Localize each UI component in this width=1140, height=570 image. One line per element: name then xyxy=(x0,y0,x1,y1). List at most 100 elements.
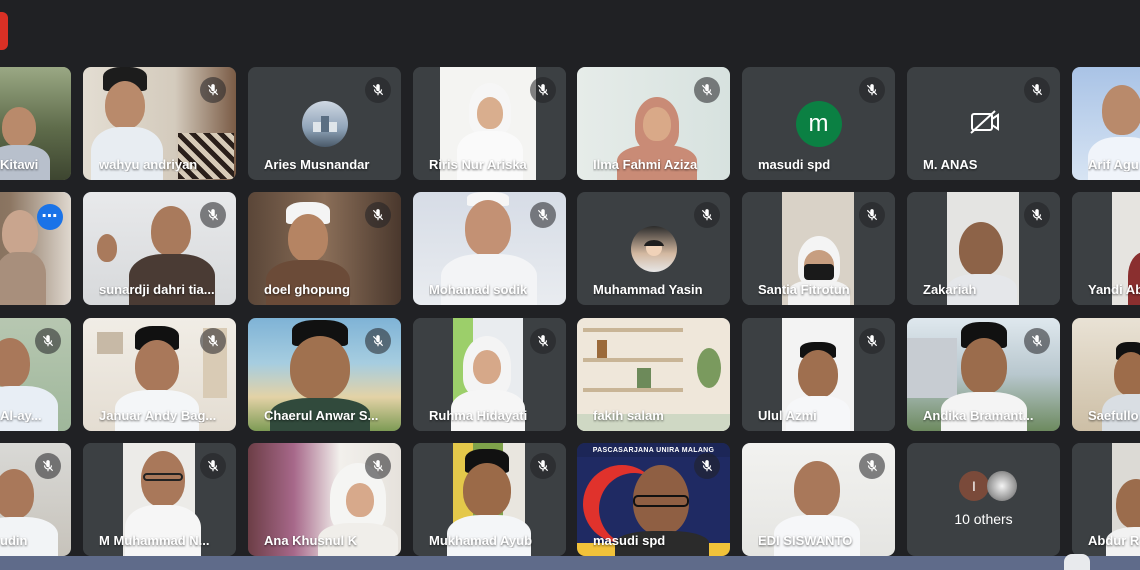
participant-tile[interactable]: PASCASARJANA UNIRA MALANG masudi spd xyxy=(577,443,730,556)
participant-tile[interactable]: Saefullo xyxy=(1072,318,1140,431)
camera-off-icon xyxy=(969,109,999,140)
participant-tile[interactable]: fakih salam xyxy=(577,318,730,431)
participant-name: fakih salam xyxy=(593,408,664,423)
participant-name: Zakariah xyxy=(923,282,977,297)
avatar xyxy=(301,101,348,147)
participant-name: Ana Khusnul K xyxy=(264,533,358,548)
participant-name: Kitawi xyxy=(0,157,39,172)
mic-off-icon xyxy=(859,202,885,228)
mic-off-icon xyxy=(200,328,226,354)
mic-off-icon xyxy=(1024,77,1050,103)
meeting-stage: Kitawi wahyu andriyan Aries Musnandar Ri… xyxy=(0,0,1140,570)
participant-tile[interactable]: Januar Andy Bag... xyxy=(83,318,236,431)
participant-name: wahyu andriyan xyxy=(99,157,198,172)
participant-tile[interactable]: Zakariah xyxy=(907,192,1060,305)
participant-name: Santia Fitrotun xyxy=(758,282,850,297)
participant-name: Abdur R xyxy=(1088,533,1140,548)
participant-tile[interactable]: sunardji dahri tia... xyxy=(83,192,236,305)
participant-tile[interactable]: Riris Nur Ariska xyxy=(413,67,566,180)
participant-tile[interactable]: Ana Khusnul K xyxy=(248,443,401,556)
avatar xyxy=(987,471,1017,501)
participant-tile[interactable]: Ulul Azmi xyxy=(742,318,895,431)
participant-name: Al-ay... xyxy=(0,408,42,423)
participant-name: Andika Bramant... xyxy=(923,408,1034,423)
mic-off-icon xyxy=(530,453,556,479)
participant-tile[interactable]: Abdur R xyxy=(1072,443,1140,556)
participant-name: Arif Agu xyxy=(1088,157,1139,172)
mic-off-icon xyxy=(200,202,226,228)
participant-name: Ulul Azmi xyxy=(758,408,817,423)
mic-off-icon xyxy=(365,77,391,103)
mic-off-icon xyxy=(530,202,556,228)
others-count: 10 others xyxy=(954,511,1013,527)
participant-name: Muhammad Yasin xyxy=(593,282,703,297)
mic-off-icon xyxy=(694,77,720,103)
mic-off-icon xyxy=(530,328,556,354)
participant-tile[interactable]: Aries Musnandar xyxy=(248,67,401,180)
scroll-handle[interactable] xyxy=(1064,554,1090,570)
participant-name: masudi spd xyxy=(758,157,831,172)
participant-tile[interactable]: Muhammad Yasin xyxy=(577,192,730,305)
participant-tile[interactable]: Arif Agu xyxy=(1072,67,1140,180)
participant-tile[interactable]: Chaerul Anwar S... xyxy=(248,318,401,431)
avatar: I xyxy=(959,471,989,501)
participant-tile[interactable]: m masudi spd xyxy=(742,67,895,180)
mic-off-icon xyxy=(200,453,226,479)
participant-tile[interactable]: ⋯ xyxy=(0,192,71,305)
participant-name: Ilma Fahmi Aziza xyxy=(593,157,698,172)
others-tile[interactable]: I 10 others xyxy=(907,443,1060,556)
mic-off-icon xyxy=(1024,202,1050,228)
mic-off-icon xyxy=(365,202,391,228)
participant-name: Riris Nur Ariska xyxy=(429,157,527,172)
avatar-letter: m xyxy=(808,110,829,137)
avatar xyxy=(630,226,677,272)
participant-tile[interactable]: Santia Fitrotun xyxy=(742,192,895,305)
participant-name: Chaerul Anwar S... xyxy=(264,408,379,423)
participant-name: sunardji dahri tia... xyxy=(99,282,215,297)
participant-name: doel ghopung xyxy=(264,282,350,297)
mic-off-icon xyxy=(35,453,61,479)
participant-tile[interactable]: Andika Bramant... xyxy=(907,318,1060,431)
participant-tile[interactable]: M Muhammad N... xyxy=(83,443,236,556)
participant-tile[interactable]: udin xyxy=(0,443,71,556)
participant-tile[interactable]: Al-ay... xyxy=(0,318,71,431)
participant-name: udin xyxy=(0,533,28,548)
participant-tile[interactable]: Ilma Fahmi Aziza xyxy=(577,67,730,180)
participant-name: EDI SISWANTO xyxy=(758,533,853,548)
others-avatars: I xyxy=(959,471,1017,501)
participant-name: Mukhamad Ayub xyxy=(429,533,533,548)
participant-name: Januar Andy Bag... xyxy=(99,408,217,423)
mic-off-icon xyxy=(859,328,885,354)
participant-name: M. ANAS xyxy=(923,157,978,172)
participant-name: Ruhma Hidayati xyxy=(429,408,528,423)
participant-name: Aries Musnandar xyxy=(264,157,370,172)
mic-off-icon xyxy=(694,453,720,479)
participant-name: M Muhammad N... xyxy=(99,533,210,548)
participant-tile[interactable]: Mukhamad Ayub xyxy=(413,443,566,556)
participant-name: masudi spd xyxy=(593,533,666,548)
mic-off-icon xyxy=(1024,328,1050,354)
participant-tile[interactable]: Kitawi xyxy=(0,67,71,180)
mic-off-icon xyxy=(694,202,720,228)
participant-tile[interactable]: doel ghopung xyxy=(248,192,401,305)
more-options-icon[interactable]: ⋯ xyxy=(37,204,63,230)
participant-tile[interactable]: EDI SISWANTO xyxy=(742,443,895,556)
participant-tile[interactable]: Mohamad sodik xyxy=(413,192,566,305)
participant-tile[interactable]: Ruhma Hidayati xyxy=(413,318,566,431)
mic-off-icon xyxy=(365,328,391,354)
mic-off-icon xyxy=(859,77,885,103)
participant-name: Saefullo xyxy=(1088,408,1139,423)
participant-tile[interactable]: Yandi Ab xyxy=(1072,192,1140,305)
avatar: m xyxy=(795,101,842,147)
avatar-letter: I xyxy=(972,478,976,494)
mic-off-icon xyxy=(859,453,885,479)
bottom-toolbar xyxy=(0,554,1140,570)
mic-off-icon xyxy=(530,77,556,103)
mic-off-icon xyxy=(365,453,391,479)
participant-tile[interactable]: M. ANAS xyxy=(907,67,1060,180)
participant-name: Yandi Ab xyxy=(1088,282,1140,297)
participant-grid: Kitawi wahyu andriyan Aries Musnandar Ri… xyxy=(0,0,1140,570)
mic-off-icon xyxy=(35,328,61,354)
participant-name: Mohamad sodik xyxy=(429,282,528,297)
participant-tile[interactable]: wahyu andriyan xyxy=(83,67,236,180)
